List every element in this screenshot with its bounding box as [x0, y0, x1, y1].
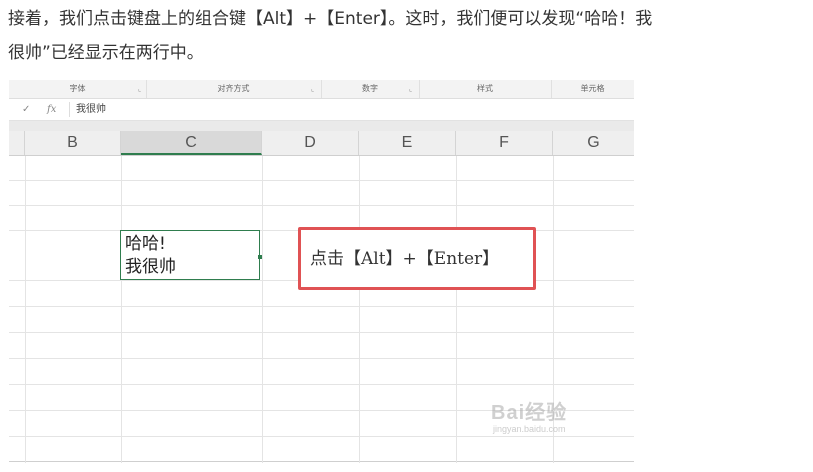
- formula-bar-divider: [69, 102, 70, 117]
- ribbon-group-alignment[interactable]: 对齐方式: [146, 80, 322, 98]
- select-all-corner[interactable]: [9, 131, 25, 155]
- column-line: [25, 156, 26, 463]
- row-line: [9, 180, 634, 181]
- ribbon-group-labels: 字体 ⌞ 对齐方式 ⌞ 数字 ⌞ 样式 单元格: [9, 80, 634, 99]
- row-line: [9, 384, 634, 385]
- column-header-c[interactable]: C: [121, 131, 262, 155]
- callout-text: 点击【Alt】+【Enter】: [310, 249, 500, 269]
- row-line: [9, 461, 634, 462]
- fill-handle[interactable]: [258, 255, 262, 259]
- ribbon-group-styles[interactable]: 样式: [419, 80, 552, 98]
- column-header-e[interactable]: E: [359, 131, 456, 155]
- watermark-url: jingyan.baidu.com: [493, 424, 566, 434]
- article-line-1: 接着，我们点击键盘上的组合键【Alt】+【Enter】。这时，我们便可以发现“哈…: [8, 9, 653, 29]
- cell-c-line-1: 哈哈!: [125, 234, 166, 254]
- column-header-row: B C D E F G: [9, 131, 634, 156]
- column-line: [121, 156, 122, 463]
- row-line: [9, 358, 634, 359]
- ribbon-group-font[interactable]: 字体: [9, 80, 147, 98]
- ribbon-group-alignment-label: 对齐方式: [217, 84, 250, 93]
- ribbon-group-font-label: 字体: [69, 84, 86, 93]
- ribbon-group-styles-label: 样式: [477, 84, 493, 93]
- cell-grid[interactable]: 哈哈! 我很帅 点击【Alt】+【Enter】 Bai经验 jingyan.ba…: [9, 156, 634, 463]
- ribbon-group-cells-label: 单元格: [580, 84, 605, 93]
- ribbon-group-number-label: 数字: [362, 84, 378, 93]
- toolbar-strip: [9, 121, 634, 131]
- watermark: Bai经验 jingyan.baidu.com: [487, 392, 607, 442]
- article-text: 接着，我们点击键盘上的组合键【Alt】+【Enter】。这时，我们便可以发现“哈…: [8, 0, 808, 70]
- alignment-dialog-launcher-icon[interactable]: ⌞: [311, 85, 314, 93]
- spreadsheet-screenshot: 字体 ⌞ 对齐方式 ⌞ 数字 ⌞ 样式 单元格 ✓ fx 我很帅 B C D E…: [9, 80, 634, 463]
- callout-annotation: 点击【Alt】+【Enter】: [298, 227, 536, 290]
- insert-function-fx-icon[interactable]: fx: [47, 99, 56, 120]
- column-line: [262, 156, 263, 463]
- column-line: [456, 156, 457, 463]
- column-line: [359, 156, 360, 463]
- row-line: [9, 306, 634, 307]
- column-header-g[interactable]: G: [553, 131, 634, 155]
- font-dialog-launcher-icon[interactable]: ⌞: [138, 85, 141, 93]
- ribbon-group-cells[interactable]: 单元格: [551, 80, 634, 98]
- cell-c-line-2: 我很帅: [125, 257, 176, 277]
- ribbon-group-number[interactable]: 数字: [321, 80, 420, 98]
- watermark-logo: Bai经验: [491, 402, 568, 424]
- column-header-d[interactable]: D: [262, 131, 359, 155]
- cell-c-content: 哈哈! 我很帅: [125, 233, 176, 279]
- column-header-f[interactable]: F: [456, 131, 553, 155]
- number-dialog-launcher-icon[interactable]: ⌞: [409, 85, 412, 93]
- confirm-check-icon[interactable]: ✓: [22, 99, 30, 120]
- row-line: [9, 332, 634, 333]
- article-line-2: 很帅”已经显示在两行中。: [8, 43, 204, 63]
- formula-bar: ✓ fx 我很帅: [9, 99, 634, 121]
- column-header-b[interactable]: B: [25, 131, 121, 155]
- row-line: [9, 205, 634, 206]
- formula-input[interactable]: 我很帅: [76, 99, 106, 120]
